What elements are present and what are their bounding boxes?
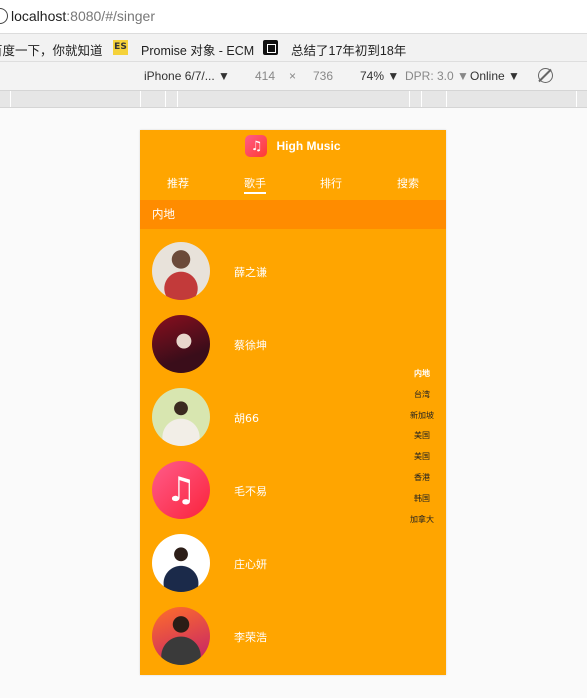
address-bar[interactable]: localhost:8080/#/singer xyxy=(0,0,587,34)
bookmark-favicon-icon xyxy=(263,40,278,55)
singer-item[interactable]: 胡66 xyxy=(140,388,400,448)
rotate-icon[interactable] xyxy=(538,68,553,83)
group-title: 内地 xyxy=(140,200,446,229)
info-icon[interactable] xyxy=(0,8,8,24)
singer-item[interactable]: 庄心妍 xyxy=(140,534,400,594)
shortcut-item[interactable]: 香港 xyxy=(402,468,442,489)
device-select[interactable]: iPhone 6/7/... ▼ xyxy=(144,69,230,83)
tab-singer[interactable]: 歌手 xyxy=(230,175,280,194)
shortcut-item[interactable]: 内地 xyxy=(402,364,442,385)
height-input[interactable]: 736 xyxy=(313,69,333,83)
singer-name: 毛不易 xyxy=(234,485,267,498)
singer-name: 胡66 xyxy=(234,412,259,425)
singer-item[interactable]: 薛之谦 xyxy=(140,242,400,302)
shortcut-item[interactable]: 美国 xyxy=(402,426,442,447)
singer-name: 李荣浩 xyxy=(234,631,267,644)
network-select[interactable]: Online ▼ xyxy=(470,69,520,83)
shortcut-item[interactable]: 加拿大 xyxy=(402,510,442,531)
shortcut-item[interactable]: 新加坡 xyxy=(402,406,442,427)
device-toolbar: iPhone 6/7/... ▼ 414 × 736 74% ▼ DPR: 3.… xyxy=(0,62,587,90)
tab-recommend[interactable]: 推荐 xyxy=(153,175,203,191)
singer-avatar xyxy=(152,315,210,373)
dpr-select[interactable]: DPR: 3.0 ▼ xyxy=(405,69,469,83)
singer-item[interactable]: ♫ 毛不易 xyxy=(140,461,400,521)
zoom-select[interactable]: 74% ▼ xyxy=(360,69,399,83)
singer-avatar xyxy=(152,607,210,665)
bookmarks-bar: 百度一下，你就知道 Promise 对象 - ECM 总结了17年初到18年 xyxy=(0,34,587,62)
singer-name: 庄心妍 xyxy=(234,558,267,571)
tab-search[interactable]: 搜索 xyxy=(383,175,433,191)
shortcut-item[interactable]: 美国 xyxy=(402,447,442,468)
bookmark-promise[interactable]: Promise 对象 - ECM xyxy=(141,40,254,59)
singer-avatar xyxy=(152,242,210,300)
tab-rank[interactable]: 排行 xyxy=(306,175,356,191)
singer-name: 蔡徐坤 xyxy=(234,339,267,352)
singer-item[interactable]: 蔡徐坤 xyxy=(140,315,400,375)
app-header: ♫ High Music xyxy=(140,130,446,162)
singer-name: 薛之谦 xyxy=(234,266,267,279)
music-logo-icon: ♫ xyxy=(245,135,268,157)
shortcut-item[interactable]: 台湾 xyxy=(402,385,442,406)
shortcut-list: 内地 台湾 新加坡 美国 美国 香港 韩国 加拿大 xyxy=(402,364,442,530)
music-note-icon: ♫ xyxy=(152,461,210,519)
app-title: High Music xyxy=(276,139,341,153)
width-input[interactable]: 414 xyxy=(255,69,275,83)
es-bookmark-icon: ES xyxy=(113,40,128,55)
singer-item[interactable]: 李荣浩 xyxy=(140,607,400,667)
dimension-separator: × xyxy=(289,69,297,83)
device-viewport: ♫ High Music 推荐 歌手 排行 搜索 内地 薛之谦 蔡徐坤 胡66 … xyxy=(140,130,446,675)
media-query-ruler[interactable] xyxy=(0,90,587,108)
singer-avatar xyxy=(152,388,210,446)
bookmark-baidu[interactable]: 百度一下，你就知道 xyxy=(0,40,103,59)
tab-bar: 推荐 歌手 排行 搜索 xyxy=(140,164,446,198)
singer-avatar xyxy=(152,534,210,592)
shortcut-item[interactable]: 韩国 xyxy=(402,489,442,510)
url-text[interactable]: localhost:8080/#/singer xyxy=(11,8,155,24)
bookmark-summary[interactable]: 总结了17年初到18年 xyxy=(291,40,406,59)
